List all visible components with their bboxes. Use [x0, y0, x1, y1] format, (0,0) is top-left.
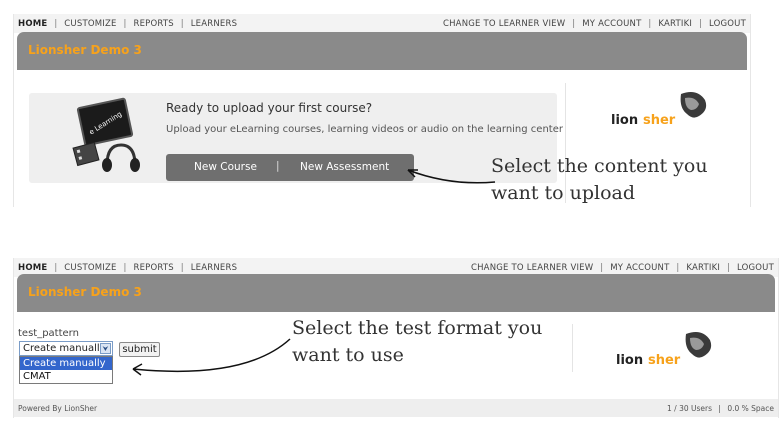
logo-text-sher: sher [648, 353, 681, 368]
footer-separator: | [718, 404, 721, 413]
nav-reports-link[interactable]: REPORTS [133, 19, 173, 29]
change-to-learner-view-link[interactable]: CHANGE TO LEARNER VIEW [471, 263, 593, 273]
logo-divider [572, 324, 573, 372]
powered-by-text: Powered By LionSher [18, 404, 98, 413]
chevron-down-icon[interactable]: ⮟ [100, 343, 111, 354]
lion-head-icon: lion sher [611, 92, 707, 128]
test-pattern-select[interactable]: Create manually ⮟ [19, 341, 113, 356]
nav-customize-link[interactable]: CUSTOMIZE [64, 19, 116, 29]
lion-head-icon: lion sher [616, 332, 712, 368]
nav-separator: | [727, 263, 731, 273]
user-name-link[interactable]: KARTIKI [686, 263, 720, 273]
nav-home-link[interactable]: HOME [18, 19, 47, 29]
nav-separator: | [600, 263, 604, 273]
user-name-link[interactable]: KARTIKI [658, 19, 692, 29]
nav-reports-link[interactable]: REPORTS [133, 263, 173, 273]
elearning-board-icon: e Learning [72, 97, 140, 172]
logout-link[interactable]: LOGOUT [737, 263, 774, 273]
test-pattern-dropdown: Create manually CMAT [19, 356, 113, 384]
button-divider: | [276, 160, 280, 172]
page-title-bar: Lionsher Demo 3 [17, 32, 747, 70]
nav-separator: | [676, 263, 680, 273]
nav-separator: | [54, 263, 58, 273]
user-count: 1 / 30 Users [667, 404, 712, 413]
upload-button-bar: New Course | New Assessment [166, 154, 414, 181]
logout-link[interactable]: LOGOUT [709, 19, 746, 29]
upload-subtext: Upload your eLearning courses, learning … [166, 124, 563, 135]
lionsher-logo: lion sher [614, 330, 724, 374]
logo-text-lion: lion [616, 353, 643, 368]
nav-separator: | [123, 263, 127, 273]
page-footer: Powered By LionSher 1 / 30 Users | 0.0 %… [14, 399, 778, 417]
nav-home-link[interactable]: HOME [18, 263, 47, 273]
page-title: Lionsher Demo 3 [28, 43, 142, 57]
annotation-line: want to upload [491, 182, 636, 204]
change-to-learner-view-link[interactable]: CHANGE TO LEARNER VIEW [443, 19, 565, 29]
nav-separator: | [123, 19, 127, 29]
logo-text-lion: lion [611, 113, 638, 128]
nav-separator: | [180, 263, 184, 273]
logo-text-sher: sher [643, 113, 676, 128]
annotation-line: Select the content you [491, 155, 708, 177]
test-pattern-label: test_pattern [18, 328, 79, 339]
new-assessment-button[interactable]: New Assessment [300, 161, 389, 173]
dropdown-option-create-manually[interactable]: Create manually [20, 357, 112, 370]
page-title: Lionsher Demo 3 [28, 285, 142, 299]
nav-separator: | [648, 19, 652, 29]
nav-separator: | [699, 19, 703, 29]
new-course-button[interactable]: New Course [194, 161, 257, 173]
elearning-illustration: e Learning [69, 97, 149, 177]
space-usage: 0.0 % Space [727, 404, 774, 413]
annotation-arrow-bottom [132, 338, 291, 376]
nav-separator: | [54, 19, 58, 29]
annotation-upload: Select the content you want to upload [491, 153, 708, 207]
annotation-test-format: Select the test format you want to use [292, 315, 542, 369]
nav-separator: | [572, 19, 576, 29]
nav-customize-link[interactable]: CUSTOMIZE [64, 263, 116, 273]
nav-learners-link[interactable]: LEARNERS [191, 19, 237, 29]
dropdown-option-cmat[interactable]: CMAT [20, 370, 112, 383]
page-title-bar: Lionsher Demo 3 [17, 274, 775, 312]
my-account-link[interactable]: MY ACCOUNT [582, 19, 641, 29]
nav-separator: | [180, 19, 184, 29]
select-current-value: Create manually [23, 343, 106, 354]
nav-learners-link[interactable]: LEARNERS [191, 263, 237, 273]
annotation-line: want to use [292, 344, 404, 366]
my-account-link[interactable]: MY ACCOUNT [610, 263, 669, 273]
annotation-line: Select the test format you [292, 317, 543, 339]
annotation-arrow-top [407, 169, 496, 184]
lionsher-logo: lion sher [609, 90, 719, 134]
top-navigation-bar: HOME | CUSTOMIZE | REPORTS | LEARNERS CH… [14, 14, 750, 33]
upload-heading: Ready to upload your first course? [166, 101, 373, 115]
